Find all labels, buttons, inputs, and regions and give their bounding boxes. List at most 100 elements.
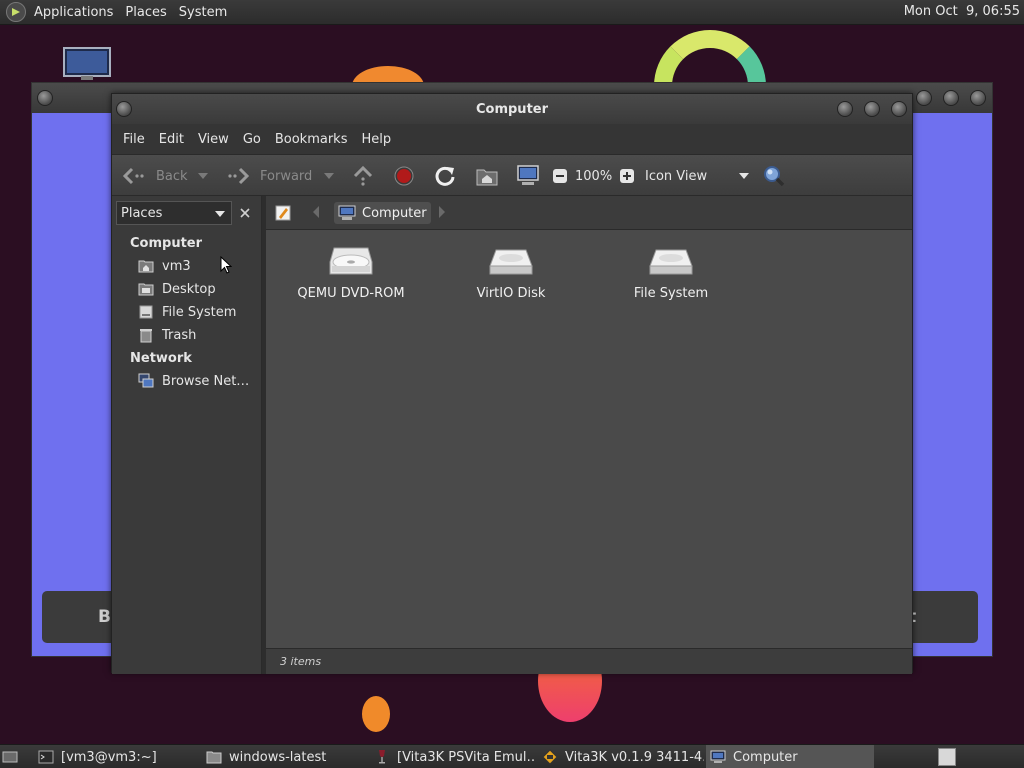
sidebar-item-file-system[interactable]: File System — [138, 302, 236, 322]
file-item-dvd-rom[interactable]: QEMU DVD-ROM — [286, 244, 416, 301]
breadcrumb-label: Computer — [362, 205, 427, 221]
sidebar-item-vm3[interactable]: vm3 — [138, 256, 191, 276]
background-left-button[interactable]: B — [42, 591, 122, 643]
chevron-left-icon — [313, 206, 319, 218]
hard-drive-icon — [489, 249, 533, 275]
window-menu-icon[interactable] — [37, 90, 53, 106]
stop-button[interactable] — [394, 155, 414, 197]
task-terminal[interactable]: [vm3@vm3:~] — [38, 745, 198, 768]
zoom-level[interactable]: 100% — [575, 155, 612, 197]
breadcrumb-computer[interactable]: Computer — [334, 202, 431, 224]
sidebar-close-button[interactable] — [234, 201, 256, 225]
zoom-out-button[interactable] — [552, 155, 568, 197]
minimize-icon[interactable] — [837, 101, 853, 117]
breadcrumb-scroll-left[interactable] — [312, 206, 320, 222]
home-folder-icon — [138, 260, 154, 273]
clock[interactable]: Mon Oct 9, 06:55 — [904, 4, 1020, 19]
forward-button[interactable]: Forward — [226, 155, 312, 197]
distro-logo-icon[interactable] — [6, 2, 26, 22]
close-icon[interactable] — [891, 101, 907, 117]
menu-places[interactable]: Places — [119, 5, 172, 20]
zoom-in-icon — [620, 169, 634, 183]
chevron-right-icon — [439, 206, 445, 218]
folder-icon — [206, 751, 222, 764]
computer-desktop-icon[interactable] — [63, 47, 111, 81]
hard-drive-icon — [649, 249, 693, 275]
chevron-down-icon — [739, 173, 749, 179]
file-item-label: VirtIO Disk — [476, 286, 546, 301]
drive-icon — [139, 305, 153, 319]
forward-history-dropdown[interactable] — [324, 155, 334, 197]
taskbar: [vm3@vm3:~] windows-latest [Vita3K PSVit… — [0, 744, 1024, 768]
back-label: Back — [156, 168, 188, 184]
workspace-1[interactable] — [938, 748, 956, 766]
menu-bookmarks[interactable]: Bookmarks — [268, 132, 355, 147]
menu-help[interactable]: Help — [354, 132, 398, 147]
desktop-folder-icon — [138, 283, 154, 296]
mouse-pointer-icon — [220, 256, 232, 274]
window-menu-icon[interactable] — [116, 101, 132, 117]
zoom-in-button[interactable] — [619, 155, 635, 197]
reload-icon — [435, 166, 455, 186]
task-computer[interactable]: Computer — [706, 745, 874, 768]
computer-icon — [338, 205, 356, 220]
chevron-down-icon — [198, 173, 208, 179]
chevron-down-icon — [324, 173, 334, 179]
sidebar-item-label: vm3 — [162, 258, 191, 274]
zoom-level-label: 100% — [575, 168, 613, 184]
task-vita3k-emulator[interactable]: [Vita3K PSVita Emul… — [374, 745, 536, 768]
search-button[interactable] — [762, 155, 786, 197]
menu-file[interactable]: File — [116, 132, 152, 147]
edit-icon — [275, 205, 291, 221]
breadcrumb-scroll-right[interactable] — [438, 206, 446, 222]
sidebar-item-label: File System — [162, 304, 237, 320]
menu-applications[interactable]: Applications — [28, 5, 119, 20]
sidebar: Places Computer vm3 Desktop File System … — [112, 196, 262, 674]
file-manager-window[interactable]: Computer File Edit View Go Bookmarks Hel… — [111, 93, 913, 674]
sidebar-item-trash[interactable]: Trash — [138, 325, 196, 345]
computer-icon — [517, 165, 539, 185]
task-vita3k-version[interactable]: Vita3K v0.1.9 3411-4… — [542, 745, 704, 768]
menu-go[interactable]: Go — [236, 132, 268, 147]
status-bar: 3 items — [266, 648, 912, 674]
task-windows-latest[interactable]: windows-latest — [206, 745, 366, 768]
home-button[interactable] — [476, 155, 498, 197]
sidebar-item-desktop[interactable]: Desktop — [138, 279, 216, 299]
close-icon — [240, 208, 250, 218]
minimize-icon[interactable] — [916, 90, 932, 106]
file-item-label: File System — [633, 286, 709, 301]
view-mode-select[interactable]: Icon View — [645, 155, 749, 197]
sidebar-heading-computer: Computer — [130, 236, 203, 251]
close-icon[interactable] — [970, 90, 986, 106]
back-history-dropdown[interactable] — [198, 155, 208, 197]
menu-edit[interactable]: Edit — [152, 132, 191, 147]
maximize-icon[interactable] — [864, 101, 880, 117]
file-item-file-system[interactable]: File System — [606, 244, 736, 301]
computer-button[interactable] — [516, 155, 540, 197]
icon-view[interactable]: QEMU DVD-ROM VirtIO Disk File System — [266, 230, 912, 648]
menu-system[interactable]: System — [173, 5, 233, 20]
task-label: Computer — [733, 749, 798, 765]
up-button[interactable] — [352, 155, 374, 197]
toggle-location-entry-button[interactable] — [272, 202, 294, 224]
up-arrow-icon — [353, 166, 373, 186]
menu-view[interactable]: View — [191, 132, 236, 147]
workspace-switcher[interactable] — [938, 745, 958, 768]
task-label: [vm3@vm3:~] — [61, 749, 157, 765]
background-left-button-label: B — [98, 607, 111, 627]
reload-button[interactable] — [434, 155, 456, 197]
chevron-down-icon — [215, 211, 225, 217]
window-titlebar[interactable]: Computer — [112, 94, 912, 124]
back-button[interactable]: Back — [122, 155, 188, 197]
show-desktop-icon — [2, 751, 18, 763]
show-desktop-button[interactable] — [2, 745, 26, 768]
maximize-icon[interactable] — [943, 90, 959, 106]
task-label: [Vita3K PSVita Emul… — [397, 749, 536, 765]
wine-glass-icon — [379, 750, 385, 764]
sidebar-places-select[interactable]: Places — [116, 201, 232, 225]
optical-drive-icon — [329, 247, 373, 275]
background-right-button[interactable]: t — [902, 591, 978, 643]
sidebar-item-browse-network[interactable]: Browse Net… — [138, 371, 249, 391]
file-item-virtio-disk[interactable]: VirtIO Disk — [446, 244, 576, 301]
forward-arrow-icon — [228, 167, 250, 185]
